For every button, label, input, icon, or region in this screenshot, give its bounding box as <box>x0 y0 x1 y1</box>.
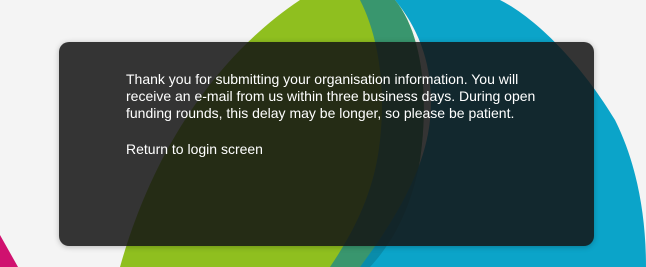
confirmation-dialog: Thank you for submitting your organisati… <box>59 42 594 246</box>
background-magenta-shape <box>0 235 18 267</box>
confirmation-message: Thank you for submitting your organisati… <box>126 71 536 121</box>
return-to-login-link[interactable]: Return to login screen <box>126 141 263 158</box>
